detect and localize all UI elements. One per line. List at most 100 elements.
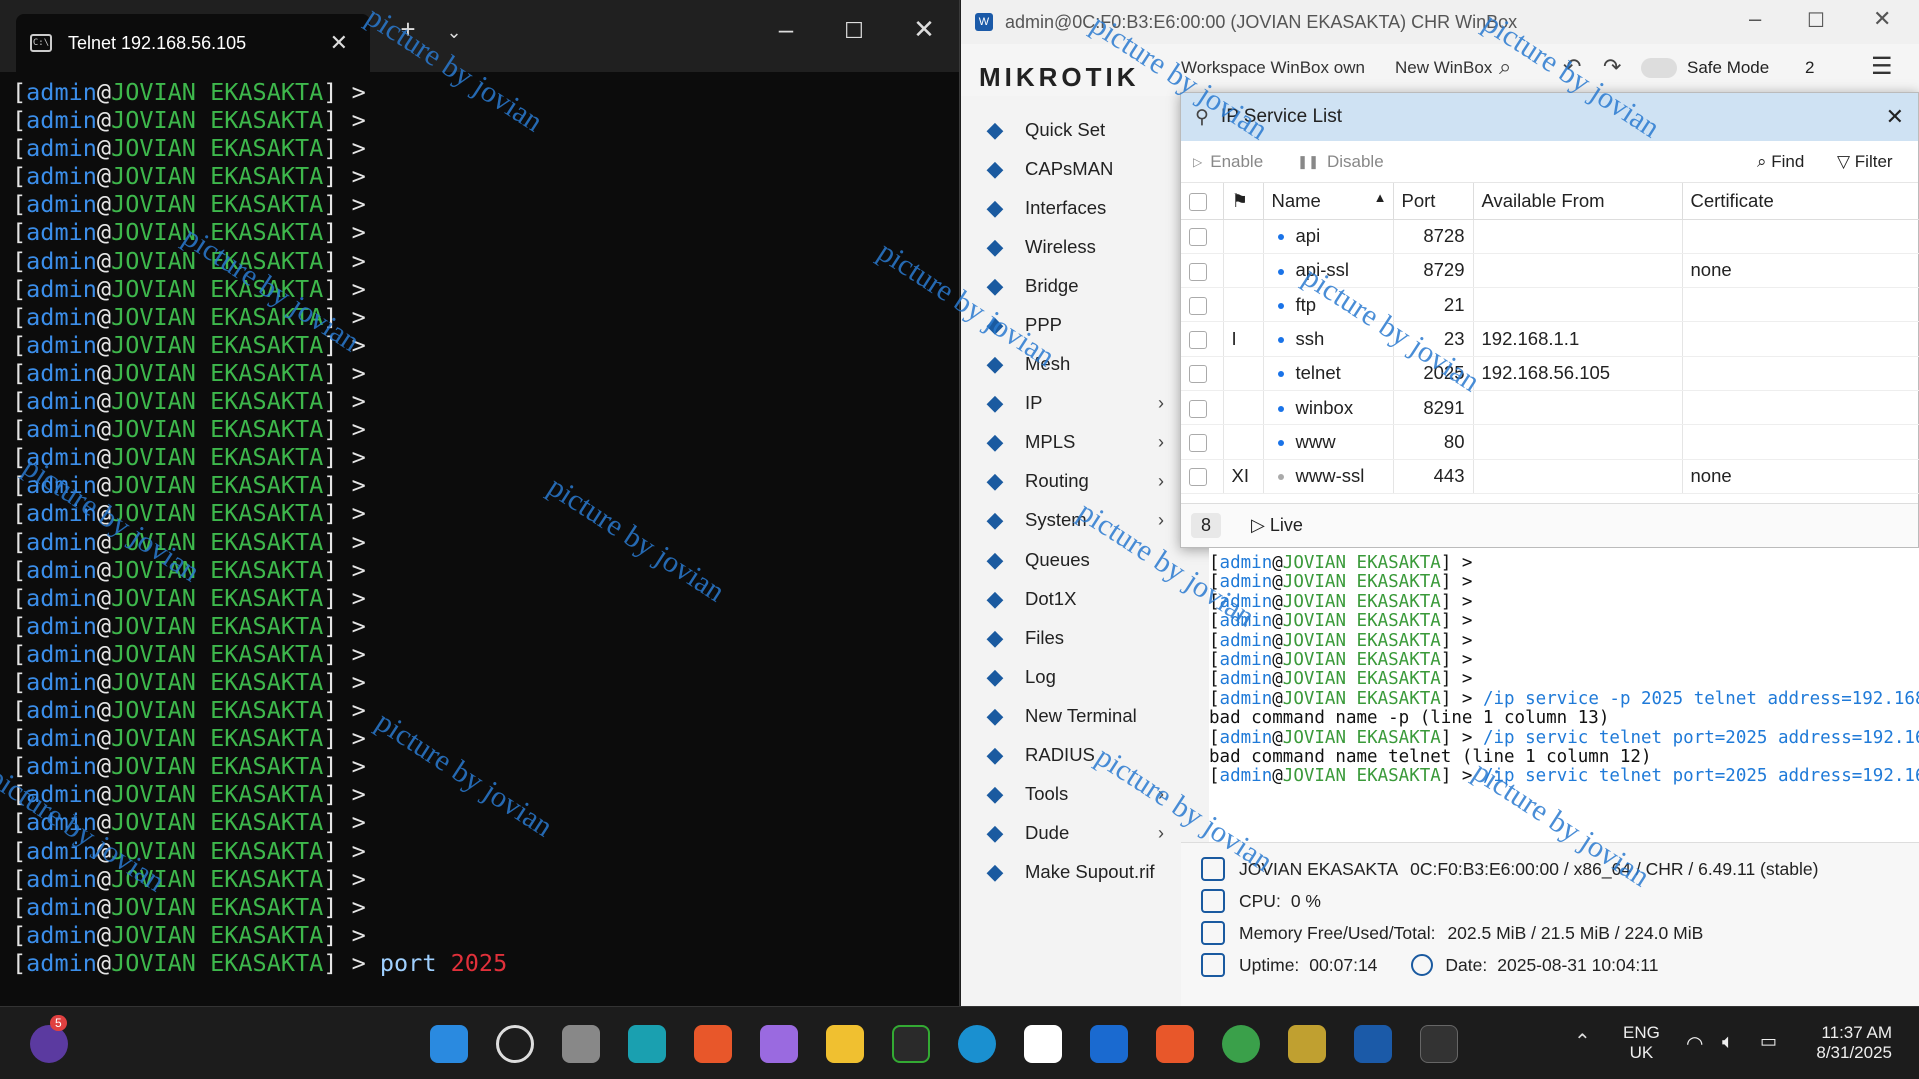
column-port[interactable]: Port: [1393, 183, 1474, 220]
table-row[interactable]: ftp 21: [1181, 287, 1919, 323]
table-row[interactable]: api 8728: [1181, 219, 1919, 254]
tab-dropdown-button[interactable]: ⌄: [432, 22, 476, 43]
sidebar-item-capsman[interactable]: ◆ CAPsMAN: [961, 149, 1176, 188]
live-toggle[interactable]: ▷ Live: [1251, 515, 1303, 536]
task-view-icon[interactable]: [562, 1025, 600, 1063]
search-icon[interactable]: [496, 1025, 534, 1063]
sidebar-item-radius[interactable]: ◆ RADIUS: [961, 736, 1176, 775]
sidebar-item-mpls[interactable]: ◆ MPLS ›: [961, 423, 1176, 462]
start-icon[interactable]: [430, 1025, 468, 1063]
edge-icon[interactable]: [958, 1025, 996, 1063]
sidebar-item-quick-set[interactable]: ◆ Quick Set: [961, 110, 1176, 149]
ip-icon: ◆: [986, 390, 1004, 416]
sidebar-item-ip[interactable]: ◆ IP ›: [961, 384, 1176, 423]
chrome-icon[interactable]: [1222, 1025, 1260, 1063]
terminal-taskbar-icon[interactable]: [1420, 1025, 1458, 1063]
sidebar-item-wireless[interactable]: ◆ Wireless: [961, 227, 1176, 266]
new-winbox-button[interactable]: New WinBox: [1395, 58, 1492, 78]
find-button[interactable]: ⌕ Find: [1757, 152, 1804, 172]
minimize-button[interactable]: –: [1749, 6, 1761, 32]
x64-app-icon[interactable]: [1288, 1025, 1326, 1063]
undo-icon[interactable]: ↶: [1563, 54, 1581, 80]
telnet-terminal-output[interactable]: [admin@JOVIAN EKASAKTA] > [admin@JOVIAN …: [0, 72, 959, 977]
row-checkbox[interactable]: [1189, 434, 1207, 453]
maximize-button[interactable]: ☐: [1807, 8, 1825, 33]
row-checkbox[interactable]: [1189, 262, 1207, 281]
sidebar-item-log[interactable]: ◆ Log: [961, 657, 1176, 696]
clock[interactable]: 11:37 AM 8/31/2025: [1806, 1023, 1892, 1063]
row-checkbox[interactable]: [1189, 365, 1207, 384]
close-tab-icon[interactable]: ✕: [330, 30, 348, 56]
search-icon[interactable]: ⌕: [1499, 54, 1511, 80]
column-certificate[interactable]: Certificate: [1682, 183, 1919, 220]
row-checkbox[interactable]: [1189, 228, 1207, 247]
sidebar-item-mesh[interactable]: ◆ Mesh: [961, 345, 1176, 384]
terminal-line: [admin@JOVIAN EKASAKTA] >: [1209, 631, 1919, 651]
volume-icon[interactable]: 🔈︎: [1722, 1031, 1734, 1054]
outlook-icon[interactable]: [1090, 1025, 1128, 1063]
enable-button[interactable]: Enable: [1210, 152, 1263, 172]
table-row[interactable]: XI www-ssl 443 none: [1181, 459, 1919, 494]
app-icon[interactable]: [892, 1025, 930, 1063]
table-row[interactable]: www 80: [1181, 424, 1919, 460]
winbox-terminal[interactable]: [admin@JOVIAN EKASAKTA] > [admin@JOVIAN …: [1209, 548, 1919, 842]
row-certificate: [1682, 287, 1919, 323]
table-row[interactable]: Issh 23 192.168.1.1: [1181, 321, 1919, 357]
table-row[interactable]: telnet 2025 192.168.56.105: [1181, 356, 1919, 391]
sidebar-item-dot1x[interactable]: ◆ Dot1X: [961, 579, 1176, 618]
supout-icon: ◆: [986, 859, 1004, 885]
table-row[interactable]: winbox 8291: [1181, 390, 1919, 426]
menu-icon[interactable]: ☰: [1871, 52, 1893, 81]
at-sign: @: [96, 555, 112, 584]
sidebar-item-ppp[interactable]: ◆ PPP: [961, 305, 1176, 344]
sidebar-item-routing[interactable]: ◆ Routing ›: [961, 462, 1176, 501]
sidebar-item-tools[interactable]: ◆ Tools ›: [961, 775, 1176, 814]
chevron-up-icon[interactable]: ⌃: [1574, 1029, 1591, 1054]
new-tab-button[interactable]: +: [386, 14, 430, 45]
maximize-button[interactable]: ☐: [832, 18, 876, 44]
sidebar-item-system[interactable]: ◆ System ›: [961, 501, 1176, 540]
filter-button[interactable]: ▽ Filter: [1837, 152, 1893, 172]
flags-column[interactable]: ⚑: [1223, 183, 1264, 220]
row-checkbox[interactable]: [1189, 399, 1207, 418]
disable-button[interactable]: Disable: [1327, 152, 1384, 172]
file-explorer-icon[interactable]: [826, 1025, 864, 1063]
row-checkbox[interactable]: [1189, 468, 1207, 487]
select-all-checkbox[interactable]: [1189, 192, 1207, 211]
close-icon[interactable]: ✕: [1886, 104, 1904, 130]
ip-service-titlebar[interactable]: ⚲ IP Service List ✕: [1181, 93, 1918, 141]
terminal-line: [admin@JOVIAN EKASAKTA] >: [12, 247, 959, 275]
store-icon[interactable]: [1024, 1025, 1062, 1063]
sidebar-item-bridge[interactable]: ◆ Bridge: [961, 266, 1176, 305]
terminal-line: [admin@JOVIAN EKASAKTA] >: [12, 190, 959, 218]
sidebar-item-interfaces[interactable]: ◆ Interfaces: [961, 188, 1176, 227]
brave-icon[interactable]: [694, 1025, 732, 1063]
redo-icon[interactable]: ↷: [1603, 54, 1621, 80]
sidebar-item-new-terminal[interactable]: ◆ New Terminal: [961, 696, 1176, 735]
battery-icon[interactable]: ▭: [1760, 1031, 1777, 1052]
column-available-from[interactable]: Available From: [1473, 183, 1683, 220]
winbox-taskbar-icon[interactable]: [1354, 1025, 1392, 1063]
sidebar-item-queues[interactable]: ◆ Queues: [961, 540, 1176, 579]
tab-telnet[interactable]: C:\ Telnet 192.168.56.105 ✕: [16, 14, 370, 72]
prompt-user: admin: [1219, 669, 1273, 690]
workspace-tabs[interactable]: Workspace WinBox own: [1181, 58, 1365, 78]
safe-mode-toggle[interactable]: [1641, 58, 1677, 78]
sidebar-item-files[interactable]: ◆ Files: [961, 618, 1176, 657]
minimize-button[interactable]: –: [764, 14, 808, 45]
brave-icon-2[interactable]: [1156, 1025, 1194, 1063]
vscode-icon[interactable]: [628, 1025, 666, 1063]
table-row[interactable]: api-ssl 8729 none: [1181, 253, 1919, 289]
row-checkbox[interactable]: [1189, 296, 1207, 315]
copilot-icon[interactable]: [760, 1025, 798, 1063]
wifi-icon[interactable]: ◠: [1686, 1031, 1703, 1056]
sidebar-item-dude[interactable]: ◆ Dude ›: [961, 814, 1176, 853]
close-window-button[interactable]: ✕: [1873, 6, 1891, 32]
sidebar-item-make-supout-rif[interactable]: ◆ Make Supout.rif: [961, 853, 1176, 892]
widgets-icon[interactable]: [30, 1025, 68, 1063]
close-window-button[interactable]: ✕: [902, 14, 946, 45]
language-indicator[interactable]: ENG UK: [1623, 1023, 1660, 1063]
terminal-line: [admin@JOVIAN EKASAKTA] >: [12, 921, 959, 949]
row-checkbox[interactable]: [1189, 331, 1207, 350]
column-name[interactable]: Name ▲: [1263, 183, 1394, 220]
